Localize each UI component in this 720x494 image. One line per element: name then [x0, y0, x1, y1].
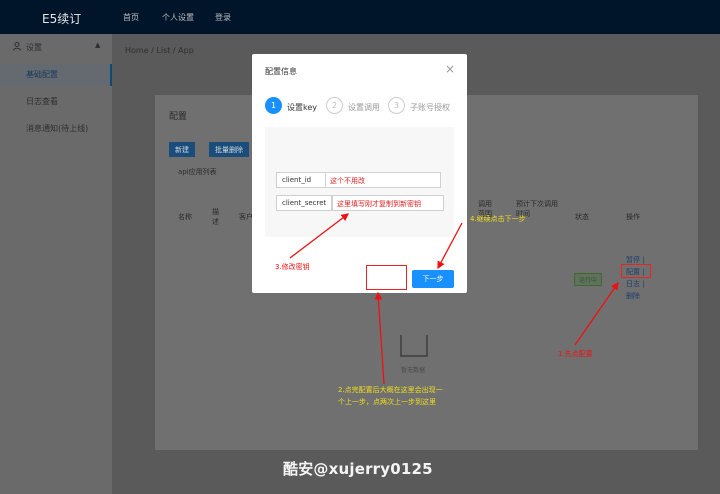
new-button[interactable]: 新建 [169, 142, 195, 157]
step-1-indicator: 1 [265, 97, 282, 114]
column-header-actions: 操作 [626, 213, 640, 221]
annotation-step3: 3.修改密钥 [275, 263, 310, 271]
sidebar-item-label: 日志查看 [26, 97, 58, 106]
client-secret-field[interactable]: 这里填写刚才复制到新密钥 [332, 195, 444, 211]
user-icon [13, 42, 21, 51]
watermark: 酷安@xujerry0125 [283, 460, 433, 478]
step-3-indicator: 3 [388, 97, 405, 114]
highlight-config-link [621, 264, 651, 278]
client-id-field[interactable]: 这个不用改 [325, 172, 441, 188]
step-3-label: 子账号授权 [410, 103, 450, 112]
step-2-label: 设置调用 [348, 103, 380, 112]
column-header-name: 名称 [178, 213, 192, 221]
top-nav-bar: E5续订 首页 个人设置 登录 [0, 0, 720, 34]
step-2-indicator: 2 [326, 97, 343, 114]
nav-personal-settings[interactable]: 个人设置 [162, 12, 194, 23]
client-id-label: client_id [276, 172, 326, 188]
sidebar-item-basic-config[interactable]: 基础配置 [0, 64, 112, 86]
annotation-step2-line2: 个上一步，点两次上一步到这里 [338, 398, 436, 406]
empty-text: 暂无数据 [401, 367, 426, 374]
annotation-step1: 1.先点配置 [558, 350, 593, 358]
status-badge: 运行中 [574, 273, 603, 286]
sidebar-item-label: 消息通知(待上线) [26, 124, 89, 133]
close-icon[interactable]: × [445, 62, 455, 76]
next-step-button[interactable]: 下一步 [412, 270, 454, 288]
nav-login[interactable]: 登录 [215, 12, 231, 23]
sidebar-item-label: 基础配置 [26, 70, 58, 79]
brand-title: E5续订 [42, 12, 82, 26]
sidebar: 设置 ▲ 基础配置 日志查看 消息通知(待上线) [0, 34, 112, 494]
step-1-label: 设置key [287, 103, 318, 112]
empty-inbox-icon [400, 335, 428, 357]
highlight-prev-step-area [366, 265, 407, 290]
modal-title: 配置信息 [265, 67, 297, 76]
breadcrumb[interactable]: Home / List / App [125, 46, 194, 55]
sidebar-group-settings[interactable]: 设置 ▲ [0, 37, 112, 59]
annotation-step4: 4.继续点击下一步 [470, 215, 526, 223]
batch-delete-button[interactable]: 批量删除 [209, 142, 249, 157]
tab-api-list[interactable]: api应用列表 [178, 167, 217, 177]
nav-home[interactable]: 首页 [123, 12, 139, 23]
card-title: 配置 [169, 112, 188, 122]
annotation-step2-line1: 2.点完配置后大概在这里会出现一 [338, 386, 443, 394]
column-header-client: 客户 [239, 213, 253, 221]
client-secret-label: client_secret [276, 195, 332, 211]
sidebar-group-label: 设置 [26, 43, 42, 52]
annotation-step2: 2.点完配置后大概在这里会出现一 个上一步，点两次上一步到这里 [338, 384, 443, 408]
column-header-status: 状态 [575, 213, 589, 221]
chevron-up-icon: ▲ [95, 41, 101, 49]
column-header-desc: 描述 [212, 208, 219, 226]
sidebar-item-notifications[interactable]: 消息通知(待上线) [0, 118, 112, 140]
sidebar-item-log-view[interactable]: 日志查看 [0, 91, 112, 113]
log-link[interactable]: 日志 | [626, 279, 645, 289]
delete-link[interactable]: 删除 [626, 291, 640, 301]
